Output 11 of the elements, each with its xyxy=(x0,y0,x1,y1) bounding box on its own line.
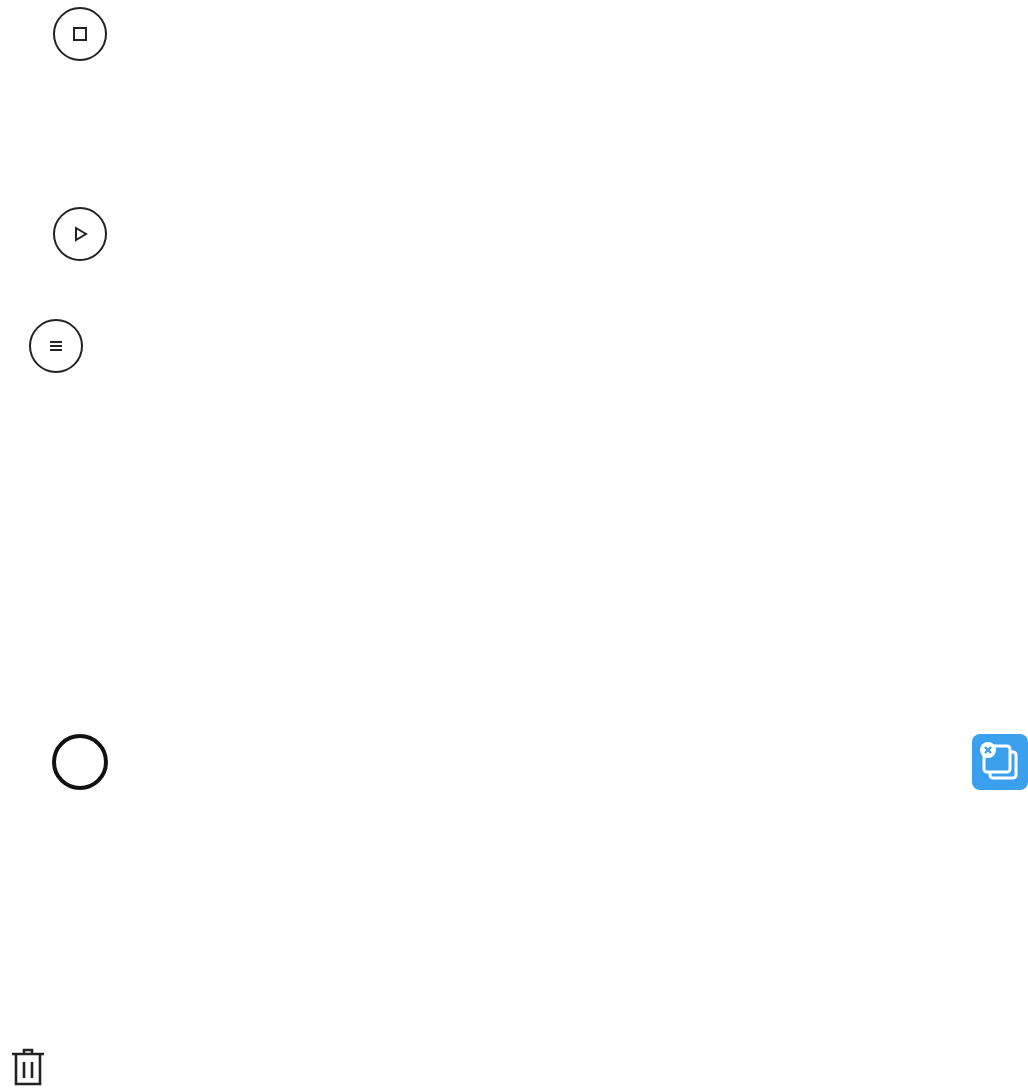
trash-icon xyxy=(6,1044,50,1088)
play-icon xyxy=(52,206,108,262)
app-icon xyxy=(972,734,1028,790)
app-button[interactable] xyxy=(972,734,1028,790)
record-button[interactable] xyxy=(52,734,108,790)
menu-button[interactable] xyxy=(28,318,84,374)
stop-icon xyxy=(52,6,108,62)
play-button[interactable] xyxy=(52,206,108,262)
menu-icon xyxy=(28,318,84,374)
circle-icon xyxy=(52,734,108,790)
stop-button[interactable] xyxy=(52,6,108,62)
